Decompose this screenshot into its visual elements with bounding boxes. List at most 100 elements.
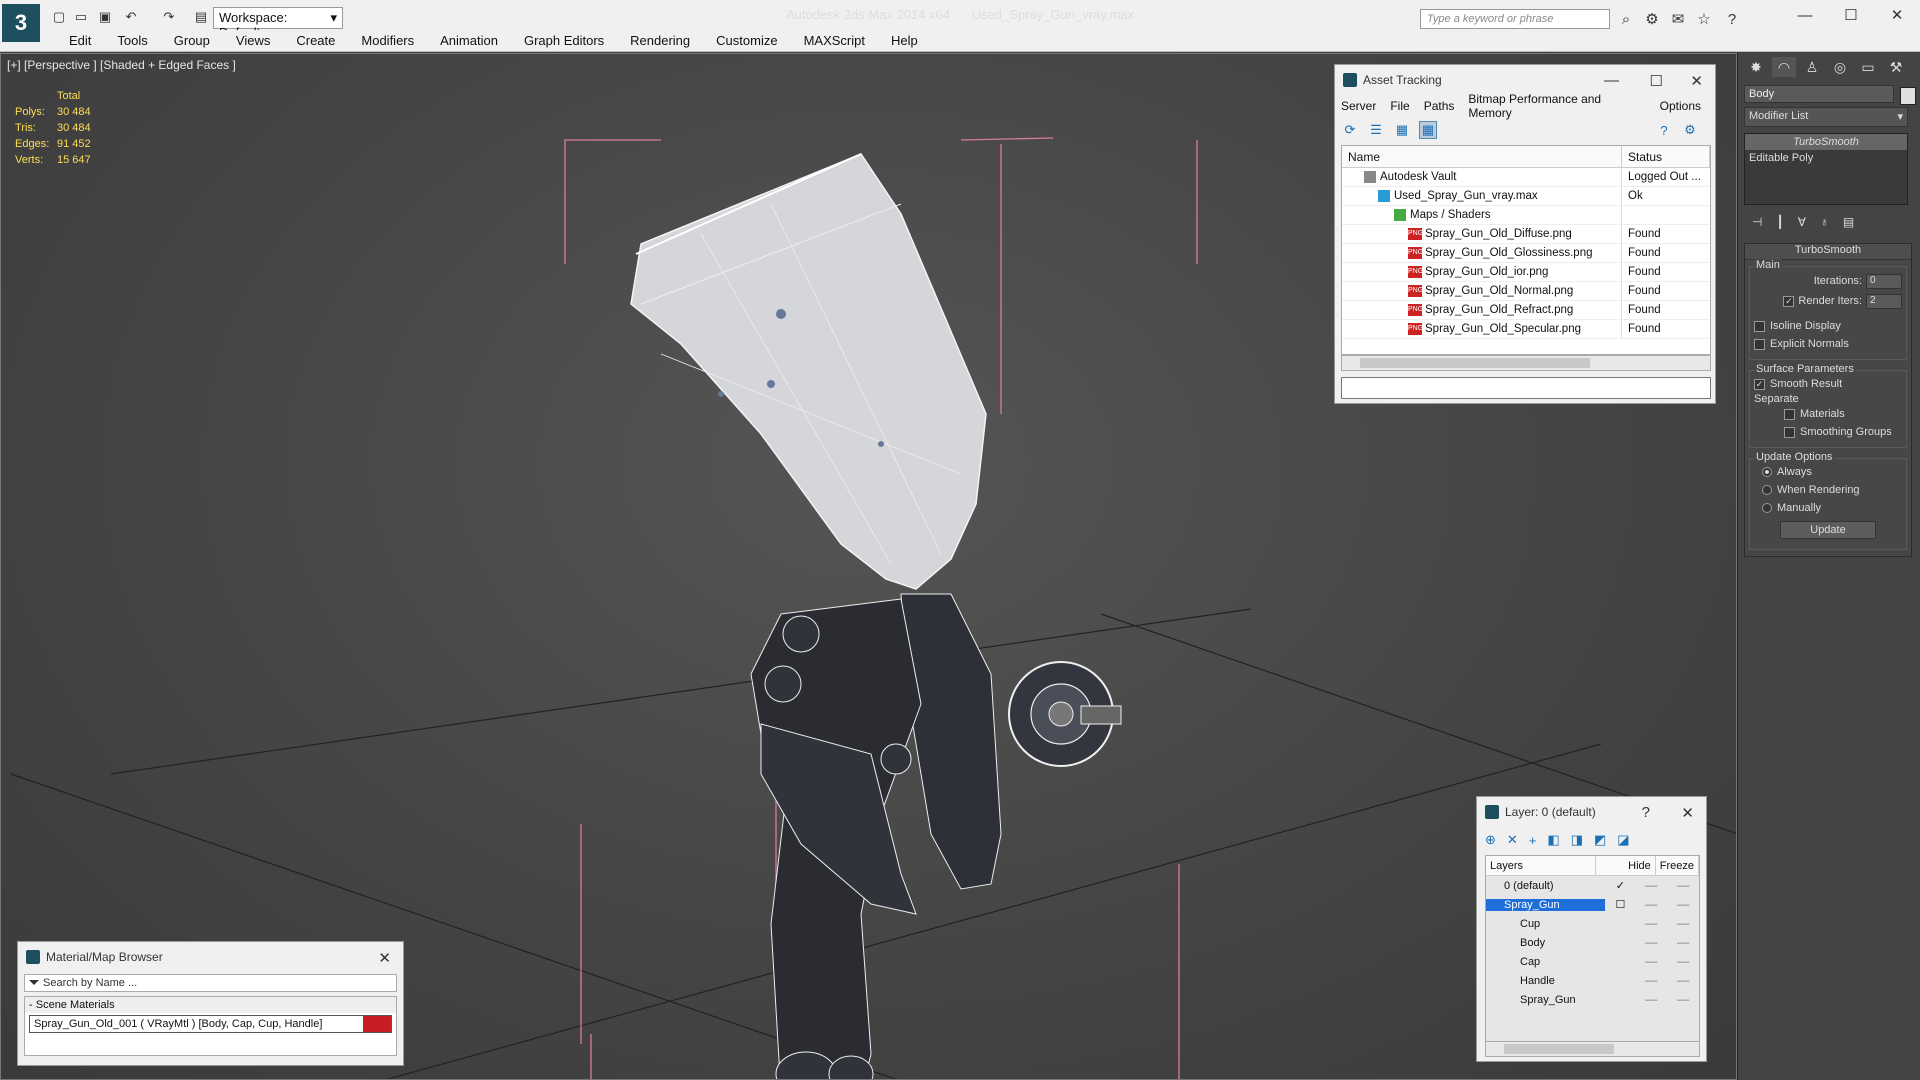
freeze-all-icon[interactable]: ◪ — [1617, 832, 1629, 848]
layer-row[interactable]: Handle –– –– — [1486, 971, 1699, 990]
remove-modifier-icon[interactable]: ♁ — [1820, 215, 1829, 231]
menu-graph-editors[interactable]: Graph Editors — [511, 30, 617, 51]
configure-sets-icon[interactable]: ▤ — [1843, 215, 1854, 231]
new-file-icon[interactable]: ▢ — [50, 8, 68, 26]
material-browser-titlebar[interactable]: Material/Map Browser ✕ — [18, 942, 403, 972]
help-icon[interactable]: ? — [1655, 121, 1673, 139]
material-search-input[interactable]: Search by Name ... — [24, 974, 397, 992]
add-to-layer-icon[interactable]: + — [1529, 833, 1537, 848]
menu-customize[interactable]: Customize — [703, 30, 790, 51]
hide-toggle[interactable]: –– — [1635, 918, 1667, 930]
menu-help[interactable]: Help — [878, 30, 931, 51]
freeze-toggle[interactable]: –– — [1667, 880, 1699, 892]
motion-tab-icon[interactable]: ◎ — [1828, 57, 1852, 77]
delete-layer-icon[interactable]: ✕ — [1507, 832, 1518, 848]
menu-file[interactable]: File — [1390, 99, 1423, 113]
material-item[interactable]: Spray_Gun_Old_001 ( VRayMtl ) [Body, Cap… — [29, 1015, 392, 1033]
menu-server[interactable]: Server — [1341, 99, 1390, 113]
hierarchy-tab-icon[interactable]: ♙ — [1800, 57, 1824, 77]
hide-toggle[interactable]: –– — [1635, 937, 1667, 949]
subscription-icon[interactable]: ⚙ — [1642, 9, 1662, 29]
maximize-icon[interactable]: ☐ — [1828, 0, 1874, 30]
scrollbar-thumb[interactable] — [1360, 358, 1590, 368]
status-column-header[interactable]: Status — [1622, 146, 1710, 167]
asset-tracking-titlebar[interactable]: Asset Tracking — ☐ ✕ — [1335, 65, 1715, 95]
minimize-icon[interactable]: — — [1782, 0, 1828, 30]
smoothing-groups-checkbox[interactable] — [1784, 426, 1795, 438]
stack-item-editable-poly[interactable]: Editable Poly — [1745, 150, 1907, 166]
utilities-tab-icon[interactable]: ⚒ — [1884, 57, 1908, 77]
thumbnail-view-icon[interactable]: ▦ — [1393, 121, 1411, 139]
scrollbar-thumb[interactable] — [1504, 1044, 1614, 1054]
save-icon[interactable]: ▣ — [96, 8, 114, 26]
hide-all-icon[interactable]: ◩ — [1594, 832, 1606, 848]
menu-edit[interactable]: Edit — [56, 30, 104, 51]
explicit-normals-checkbox[interactable] — [1754, 338, 1765, 350]
redo-icon[interactable]: ↷ — [160, 8, 178, 26]
manually-radio[interactable] — [1762, 503, 1772, 513]
menu-options[interactable]: Options — [1660, 99, 1715, 113]
isoline-checkbox[interactable] — [1754, 320, 1765, 332]
close-icon[interactable]: ✕ — [1681, 804, 1694, 822]
layer-row[interactable]: Spray_Gun –– –– — [1486, 990, 1699, 1009]
create-layer-icon[interactable]: ⊕ — [1485, 832, 1496, 848]
table-row[interactable]: Autodesk Vault Logged Out ... — [1342, 168, 1710, 187]
scene-materials-header[interactable]: - Scene Materials — [25, 997, 396, 1013]
list-view-icon[interactable]: ☰ — [1367, 121, 1385, 139]
current-layer-box-icon[interactable]: ☐ — [1605, 898, 1635, 911]
table-row[interactable]: PNG Spray_Gun_Old_ior.png Found — [1342, 263, 1710, 282]
current-layer-check-icon[interactable]: ✓ — [1605, 879, 1635, 892]
hide-column-header[interactable]: Hide — [1624, 856, 1656, 875]
smooth-result-checkbox[interactable]: ✓ — [1754, 378, 1765, 390]
help-icon[interactable]: ? — [1642, 804, 1650, 821]
layer-row[interactable]: 0 (default) ✓ –– –– — [1486, 876, 1699, 895]
always-radio[interactable] — [1762, 467, 1772, 477]
layer-row[interactable]: Spray_Gun ☐ –– –– — [1486, 895, 1699, 914]
when-rendering-radio[interactable] — [1762, 485, 1772, 495]
layer-manager-titlebar[interactable]: Layer: 0 (default) ? ✕ — [1477, 797, 1706, 827]
freeze-toggle[interactable]: –– — [1667, 956, 1699, 968]
table-row[interactable]: PNG Spray_Gun_Old_Specular.png Found — [1342, 320, 1710, 339]
menu-bitmap-performance[interactable]: Bitmap Performance and Memory — [1468, 92, 1659, 120]
viewport-label[interactable]: [+] [Perspective ] [Shaded + Edged Faces… — [7, 58, 236, 72]
app-logo-icon[interactable]: 3 — [2, 4, 40, 42]
table-row[interactable]: PNG Spray_Gun_Old_Glossiness.png Found — [1342, 244, 1710, 263]
maximize-icon[interactable]: ☐ — [1650, 72, 1663, 90]
layers-column-header[interactable]: Layers — [1486, 856, 1597, 875]
layer-row[interactable]: Cup –– –– — [1486, 914, 1699, 933]
menu-modifiers[interactable]: Modifiers — [348, 30, 427, 51]
menu-paths[interactable]: Paths — [1424, 99, 1469, 113]
modify-tab-icon[interactable]: ◠ — [1772, 57, 1796, 77]
name-column-header[interactable]: Name — [1342, 146, 1622, 167]
workspace-dropdown[interactable]: Workspace: Default ▾ — [213, 7, 343, 40]
menu-maxscript[interactable]: MAXScript — [791, 30, 878, 51]
favorites-star-icon[interactable]: ☆ — [1694, 9, 1714, 29]
menu-animation[interactable]: Animation — [427, 30, 511, 51]
asset-horizontal-scrollbar[interactable] — [1341, 355, 1711, 371]
modifier-list-dropdown[interactable]: Modifier List ▾ — [1744, 107, 1908, 127]
freeze-toggle[interactable]: –– — [1667, 975, 1699, 987]
table-row[interactable]: Used_Spray_Gun_vray.max Ok — [1342, 187, 1710, 206]
close-icon[interactable]: ✕ — [1690, 72, 1703, 90]
table-view-icon[interactable]: ▦ — [1419, 121, 1437, 139]
object-color-swatch[interactable] — [1900, 87, 1916, 105]
freeze-toggle[interactable]: –– — [1667, 937, 1699, 949]
help-icon[interactable]: ? — [1722, 9, 1742, 29]
freeze-column-header[interactable]: Freeze — [1656, 856, 1699, 875]
communication-icon[interactable]: ✉ — [1668, 9, 1688, 29]
stack-item-turbosmooth[interactable]: TurboSmooth — [1745, 134, 1907, 150]
object-name-field[interactable]: Body — [1744, 85, 1894, 103]
menu-rendering[interactable]: Rendering — [617, 30, 703, 51]
minimize-icon[interactable]: — — [1604, 72, 1619, 89]
project-folder-icon[interactable]: ▤ — [192, 8, 210, 26]
rollout-title[interactable]: TurboSmooth — [1745, 244, 1911, 260]
menu-create[interactable]: Create — [283, 30, 348, 51]
settings-icon[interactable]: ⚙ — [1681, 121, 1699, 139]
table-row[interactable]: PNG Spray_Gun_Old_Normal.png Found — [1342, 282, 1710, 301]
render-iters-spinner[interactable]: 2 — [1866, 293, 1902, 309]
table-row[interactable]: PNG Spray_Gun_Old_Refract.png Found — [1342, 301, 1710, 320]
open-file-icon[interactable]: ▭ — [72, 8, 90, 26]
layer-horizontal-scrollbar[interactable] — [1485, 1041, 1700, 1057]
layer-row[interactable]: Body –– –– — [1486, 933, 1699, 952]
binoculars-icon[interactable]: ⌕ — [1616, 9, 1636, 29]
